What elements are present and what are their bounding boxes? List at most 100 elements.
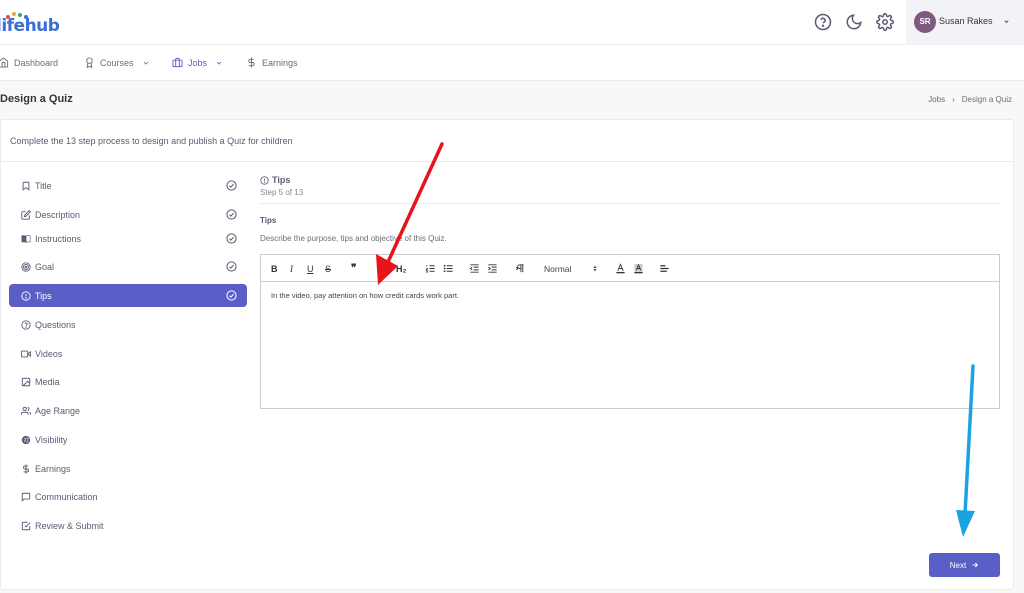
step-visibility[interactable]: Visibility [9, 428, 247, 451]
step-title[interactable]: Title [9, 174, 247, 197]
select-arrows-icon [593, 265, 597, 272]
check-circle-icon [226, 261, 237, 272]
step-review-submit[interactable]: Review & Submit [9, 514, 247, 537]
chevron-down-icon [216, 61, 222, 65]
moon-icon[interactable] [845, 13, 863, 31]
chevron-down-icon [143, 61, 148, 65]
section-subtitle: Step 5 of 13 [260, 188, 304, 197]
logo-text: lifehub [0, 16, 60, 36]
format-select[interactable]: Normal [544, 263, 571, 274]
step-label: Communication [35, 491, 98, 502]
step-label: Media [35, 376, 60, 387]
step-label: Title [35, 180, 52, 191]
step-age-range[interactable]: Age Range [9, 399, 247, 422]
next-button-label: Next [949, 560, 967, 570]
help-circle-icon [21, 319, 31, 330]
card-header: Complete the 13 step process to design a… [1, 120, 1013, 162]
step-label: Visibility [35, 434, 68, 445]
nav-courses-label: Courses [100, 57, 134, 68]
editor-toolbar: B I U S ❞ H₁ H₂ Normal [261, 255, 999, 282]
edit-icon [21, 209, 31, 220]
step-media[interactable]: Media [9, 370, 247, 393]
rich-text-editor: B I U S ❞ H₁ H₂ Normal In the video, pay… [260, 254, 1000, 409]
italic-button[interactable]: I [290, 263, 293, 274]
breadcrumb-separator: › [952, 95, 955, 104]
wizard-card: Complete the 13 step process to design a… [0, 119, 1014, 590]
ordered-list-icon[interactable] [425, 263, 436, 274]
heading1-button[interactable]: H₁ [378, 263, 388, 274]
dollar-icon [248, 57, 255, 68]
gear-icon[interactable] [876, 13, 894, 31]
help-circle-icon[interactable] [814, 13, 832, 31]
step-label: Description [35, 209, 81, 220]
video-icon [21, 350, 31, 357]
alert-circle-icon [21, 290, 31, 301]
check-circle-icon [226, 180, 237, 191]
step-label: Videos [35, 348, 63, 359]
step-label: Tips [35, 290, 52, 301]
highlight-color-icon[interactable] [633, 263, 644, 274]
section-title-text: Tips [272, 175, 291, 185]
next-button[interactable]: Next [929, 553, 1000, 577]
breadcrumb: Jobs › Design a Quiz [928, 95, 1012, 104]
dollar-icon [23, 463, 29, 474]
image-icon [21, 377, 31, 386]
step-label: Earnings [35, 463, 71, 474]
bullet-list-icon[interactable] [443, 263, 454, 274]
top-bar: lifehub SR Susan Rakes [0, 0, 1024, 45]
check-circle-icon [226, 209, 237, 220]
step-label: Age Range [35, 405, 81, 416]
nav-earnings-label: Earnings [262, 57, 298, 68]
step-communication[interactable]: Communication [9, 485, 247, 508]
editor-content[interactable]: In the video, pay attention on how credi… [271, 291, 459, 300]
step-questions[interactable]: Questions [9, 313, 247, 336]
chevron-down-icon [1004, 20, 1009, 23]
step-label: Review & Submit [35, 520, 104, 531]
check-circle-icon [226, 290, 237, 301]
check-square-icon [21, 521, 31, 530]
field-label: Tips [260, 216, 277, 225]
nav-earnings[interactable]: Earnings [246, 57, 298, 68]
field-help: Describe the purpose, tips and objective… [260, 234, 447, 243]
arrow-right-icon [972, 562, 979, 568]
step-tips[interactable]: Tips [9, 284, 247, 307]
main-nav: Dashboard Courses Jobs Earnings [0, 45, 1024, 81]
bold-button[interactable]: B [271, 263, 278, 274]
users-icon [21, 406, 31, 415]
heading2-button[interactable]: H₂ [396, 263, 407, 274]
breadcrumb-jobs[interactable]: Jobs [928, 95, 945, 104]
user-menu[interactable]: SR Susan Rakes [906, 0, 1024, 45]
check-circle-icon [226, 233, 237, 244]
nav-jobs-label: Jobs [188, 57, 208, 68]
avatar: SR [914, 11, 936, 33]
step-label: Instructions [35, 233, 82, 244]
nav-dashboard[interactable]: Dashboard [0, 57, 58, 68]
step-goal[interactable]: Goal [9, 255, 247, 278]
indent-icon[interactable] [487, 263, 498, 274]
blockquote-button[interactable]: ❞ [351, 263, 356, 274]
nav-dashboard-label: Dashboard [14, 57, 59, 68]
user-name: Susan Rakes [939, 16, 993, 26]
nav-courses[interactable]: Courses [84, 57, 150, 68]
outdent-icon[interactable] [469, 263, 480, 274]
step-videos[interactable]: Videos [9, 342, 247, 365]
text-color-icon[interactable] [615, 263, 626, 274]
target-icon [21, 261, 31, 272]
award-icon [86, 57, 93, 68]
step-label: Goal [35, 261, 55, 272]
step-description[interactable]: Description [9, 203, 247, 226]
section-title: Tips [260, 175, 290, 185]
step-instructions[interactable]: Instructions [9, 227, 247, 250]
briefcase-icon [172, 57, 183, 68]
text-direction-icon[interactable] [515, 263, 526, 274]
align-icon[interactable] [659, 263, 670, 274]
strike-button[interactable]: S [325, 263, 331, 274]
alert-circle-icon [260, 175, 269, 185]
home-icon [0, 57, 9, 68]
underline-button[interactable]: U [307, 263, 314, 274]
section-divider [260, 203, 1000, 204]
globe-icon [21, 435, 31, 444]
message-square-icon [21, 492, 31, 502]
nav-jobs[interactable]: Jobs [172, 57, 223, 68]
step-earnings[interactable]: Earnings [9, 457, 247, 480]
